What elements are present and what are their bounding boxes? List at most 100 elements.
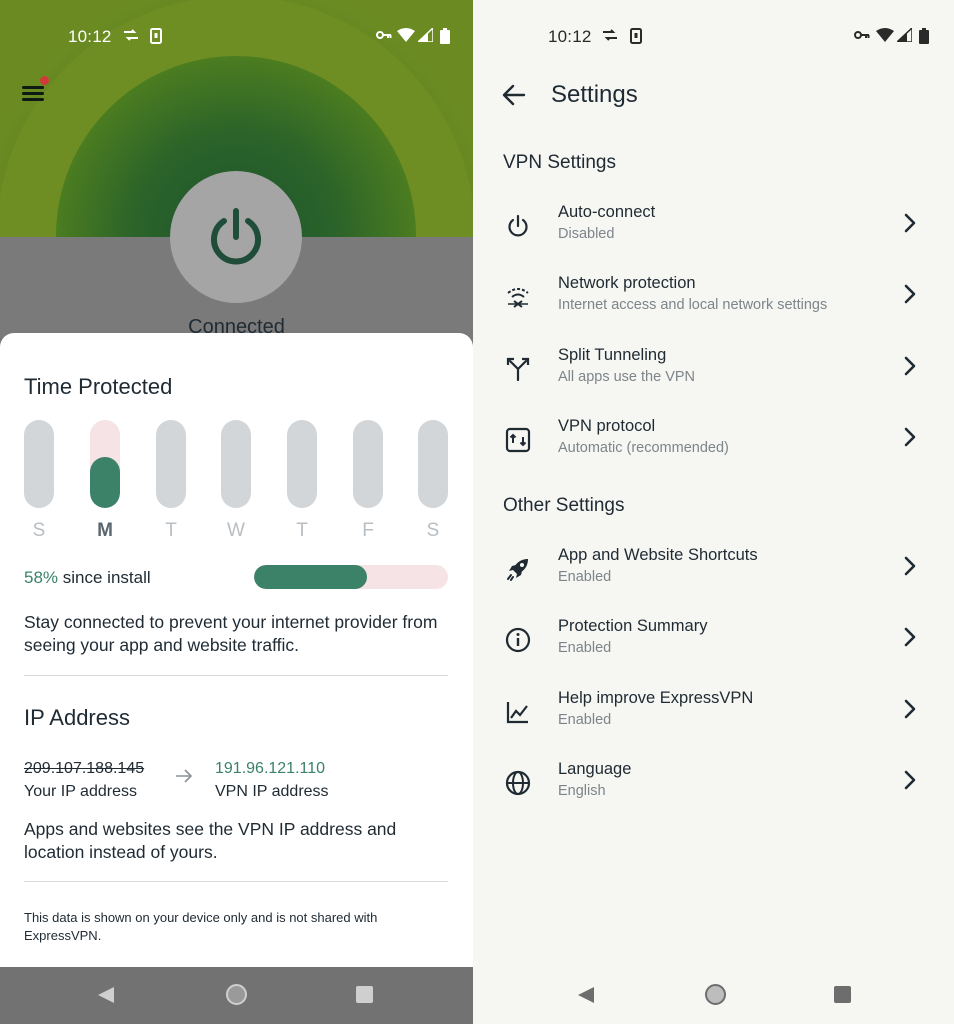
settings-item-auto-connect[interactable]: Auto-connect Disabled (473, 203, 954, 265)
nav-recents-button[interactable] (356, 986, 373, 1003)
sync-icon (122, 28, 140, 46)
vpn-settings-header: VPN Settings (503, 152, 616, 173)
day-label: S (32, 520, 46, 541)
original-ip: 209.107.188.145 (24, 760, 145, 777)
menu-button[interactable] (20, 76, 49, 104)
protocol-icon (503, 425, 533, 455)
rocket-icon (503, 554, 533, 584)
settings-item-title: Network protection (558, 274, 696, 292)
status-bar: 10:12 (0, 0, 473, 74)
battery-icon (440, 28, 450, 48)
nav-home-button[interactable] (705, 984, 726, 1005)
arrow-right-icon (174, 768, 194, 789)
wifi-icon (876, 28, 894, 46)
settings-item-subtitle: English (558, 783, 606, 799)
day-label: T (165, 520, 177, 541)
settings-item-subtitle: Automatic (recommended) (558, 440, 729, 456)
since-install-text: 58% since install (24, 568, 151, 588)
settings-item-subtitle: Internet access and local network settin… (558, 297, 828, 313)
wifi-icon (397, 28, 415, 46)
settings-item-help-improve-expressvpn[interactable]: Help improve ExpressVPN Enabled (473, 689, 954, 751)
protection-summary-sheet: Time Protected S M T W T F S 58% since install… (0, 333, 473, 967)
day-label: F (362, 520, 374, 541)
ip-address-description: Apps and websites see the VPN IP address… (24, 819, 397, 862)
connect-power-button[interactable] (170, 171, 302, 303)
chevron-right-icon (903, 355, 917, 382)
chevron-right-icon (903, 426, 917, 453)
day-bar (418, 420, 448, 508)
status-bar: 10:12 (473, 0, 954, 74)
page-title: Settings (551, 81, 638, 108)
time-protected-description: Stay connected to prevent your internet … (24, 612, 438, 655)
nav-back-button[interactable] (576, 985, 596, 1010)
day-bar (287, 420, 317, 508)
settings-item-split-tunneling[interactable]: Split Tunneling All apps use the VPN (473, 346, 954, 408)
settings-item-subtitle: All apps use the VPN (558, 369, 696, 385)
settings-item-title: App and Website Shortcuts (558, 546, 758, 564)
day-bar-fill (90, 457, 120, 508)
protection-progress-bar (254, 565, 448, 589)
globe-icon (503, 768, 533, 798)
system-nav-bar (473, 967, 954, 1024)
status-time: 10:12 (68, 27, 112, 46)
day-label: W (227, 520, 245, 541)
ip-address-title: IP Address (24, 705, 130, 730)
notification-dot (40, 76, 49, 85)
vpn-ip: 191.96.121.110 (215, 760, 326, 777)
chevron-right-icon (903, 212, 917, 239)
day-bar (353, 420, 383, 508)
status-time: 10:12 (548, 27, 592, 46)
chevron-right-icon (903, 626, 917, 653)
vpn-ip-label: VPN IP address (215, 783, 329, 800)
arrow-left-icon (502, 84, 526, 106)
menu-icon-bar (22, 98, 44, 101)
settings-item-subtitle: Disabled (558, 226, 615, 242)
settings-item-protection-summary[interactable]: Protection Summary Enabled (473, 617, 954, 679)
settings-item-vpn-protocol[interactable]: VPN protocol Automatic (recommended) (473, 417, 954, 479)
protection-progress-fill (254, 565, 367, 589)
day-bar (90, 420, 120, 508)
signal-icon (416, 26, 434, 46)
split-tunnel-icon (503, 354, 533, 384)
settings-item-app-and-website-shortcuts[interactable]: App and Website Shortcuts Enabled (473, 546, 954, 608)
percent-value: 58% (24, 568, 59, 587)
vpn-key-icon (854, 28, 870, 45)
chevron-right-icon (903, 283, 917, 310)
day-bar (24, 420, 54, 508)
settings-item-subtitle: Enabled (558, 640, 612, 656)
original-ip-label: Your IP address (24, 783, 137, 800)
settings-item-subtitle: Enabled (558, 712, 612, 728)
device-icon (630, 28, 642, 48)
nav-home-button[interactable] (226, 984, 247, 1005)
settings-item-title: Protection Summary (558, 617, 708, 635)
chevron-right-icon (903, 555, 917, 582)
device-icon (150, 28, 162, 48)
back-button[interactable] (501, 82, 527, 108)
day-label: T (296, 520, 308, 541)
system-nav-bar (0, 967, 473, 1024)
nav-recents-button[interactable] (834, 986, 851, 1003)
other-settings-header: Other Settings (503, 495, 625, 516)
divider (24, 881, 448, 882)
divider (24, 675, 448, 676)
settings-item-title: VPN protocol (558, 417, 656, 435)
percent-suffix: since install (58, 568, 151, 587)
day-label: M (97, 520, 113, 541)
nav-back-button[interactable] (96, 985, 116, 1010)
settings-screen: 10:12 Settings VPN Settings Other Settin… (473, 0, 954, 1024)
chevron-right-icon (903, 769, 917, 796)
day-bar (156, 420, 186, 508)
settings-item-language[interactable]: Language English (473, 760, 954, 822)
menu-icon-bar (22, 92, 44, 95)
menu-icon (22, 86, 44, 89)
settings-item-title: Help improve ExpressVPN (558, 689, 754, 707)
home-screen: 10:12 Connected Time Protected S M T W T… (0, 0, 473, 1024)
time-protected-title: Time Protected (24, 374, 173, 399)
settings-item-title: Auto-connect (558, 203, 656, 221)
day-label: S (426, 520, 440, 541)
settings-item-network-protection[interactable]: Network protection Internet access and lo… (473, 274, 954, 336)
sync-icon (601, 28, 619, 46)
chart-icon (503, 697, 533, 727)
day-bar (221, 420, 251, 508)
power-icon (211, 208, 261, 265)
